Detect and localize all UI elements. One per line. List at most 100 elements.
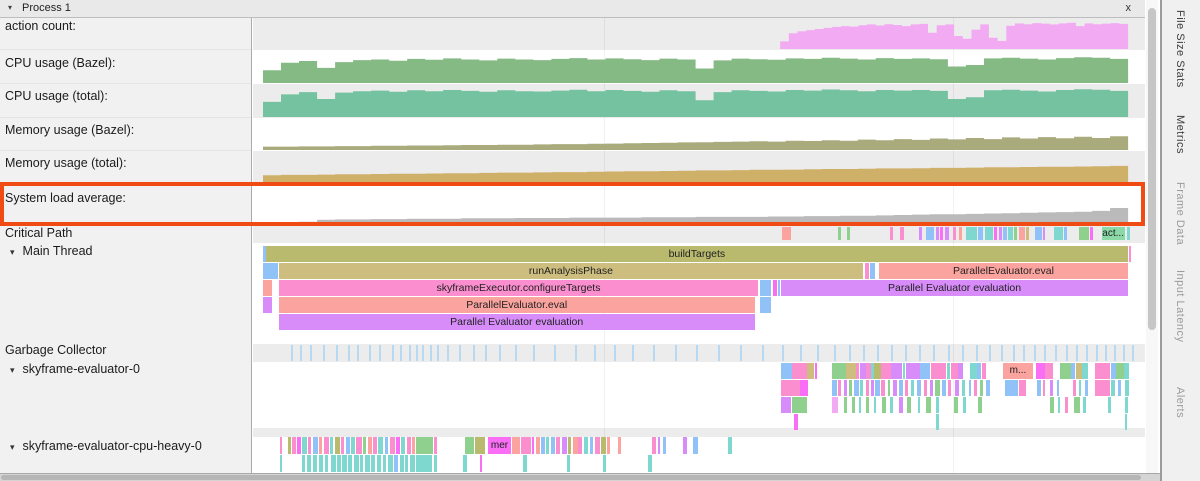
trace-event[interactable]	[693, 437, 698, 454]
gc-event-tick[interactable]	[1055, 345, 1057, 361]
trace-event[interactable]	[371, 455, 375, 472]
gc-event-tick[interactable]	[1001, 345, 1003, 361]
trace-event-badge[interactable]: m...	[1003, 363, 1033, 379]
trace-event[interactable]	[521, 437, 531, 454]
trace-event[interactable]	[980, 380, 983, 396]
gc-event-tick[interactable]	[310, 345, 312, 361]
trace-event[interactable]	[832, 397, 838, 413]
trace-event[interactable]	[919, 227, 922, 240]
trace-event-badge[interactable]: buildTargets	[266, 246, 1128, 262]
gc-event-tick[interactable]	[416, 345, 418, 361]
trace-event[interactable]	[792, 363, 808, 379]
trace-event[interactable]	[584, 437, 588, 454]
trace-event[interactable]	[356, 437, 361, 454]
trace-event[interactable]	[888, 380, 891, 396]
trace-event[interactable]	[324, 437, 329, 454]
gc-event-tick[interactable]	[392, 345, 394, 361]
trace-event-badge[interactable]: skyframeExecutor.configureTargets	[279, 280, 758, 296]
gc-event-tick[interactable]	[430, 345, 432, 361]
gc-event-tick[interactable]	[300, 345, 302, 361]
trace-event-badge[interactable]: ParallelEvaluator.eval	[279, 297, 755, 313]
trace-event[interactable]	[337, 455, 341, 472]
trace-event[interactable]	[849, 380, 852, 396]
trace-event[interactable]	[536, 437, 540, 454]
trace-event[interactable]	[378, 437, 382, 454]
trace-event[interactable]	[1079, 380, 1082, 396]
vertical-scrollbar[interactable]	[1146, 0, 1158, 473]
trace-event[interactable]	[794, 414, 798, 430]
timeline-track-area[interactable]: act...buildTargetsrunAnalysisPhaseParall…	[253, 18, 1145, 473]
trace-event[interactable]	[313, 437, 317, 454]
trace-event[interactable]	[377, 455, 381, 472]
trace-event[interactable]	[924, 380, 928, 396]
trace-event[interactable]	[891, 363, 902, 379]
trace-event[interactable]	[1124, 363, 1129, 379]
trace-event[interactable]	[951, 363, 958, 379]
trace-event[interactable]	[893, 380, 897, 396]
gc-event-tick[interactable]	[905, 345, 907, 361]
trace-event[interactable]	[963, 397, 966, 413]
trace-event[interactable]	[385, 437, 389, 454]
trace-event[interactable]	[658, 437, 661, 454]
trace-event[interactable]	[1035, 227, 1042, 240]
trace-event[interactable]	[931, 363, 946, 379]
trace-event[interactable]	[1071, 363, 1075, 379]
horizontal-scrollbar[interactable]	[0, 473, 1160, 481]
trace-event[interactable]	[1019, 380, 1026, 396]
trace-event[interactable]	[994, 227, 997, 240]
track-row[interactable]	[253, 428, 1145, 437]
trace-event[interactable]	[590, 437, 594, 454]
gc-event-tick[interactable]	[291, 345, 293, 361]
trace-event[interactable]	[930, 380, 933, 396]
gc-event-tick[interactable]	[762, 345, 764, 361]
trace-event[interactable]	[874, 397, 877, 413]
gc-event-tick[interactable]	[653, 345, 655, 361]
trace-event[interactable]	[1050, 380, 1054, 396]
gc-event-tick[interactable]	[473, 345, 475, 361]
trace-event[interactable]	[1095, 380, 1110, 396]
gc-event-tick[interactable]	[1034, 345, 1036, 361]
trace-event[interactable]	[807, 363, 813, 379]
collapse-arrow-icon[interactable]: ▾	[10, 247, 15, 257]
trace-event[interactable]	[383, 455, 387, 472]
trace-event[interactable]	[263, 263, 278, 279]
gc-event-tick[interactable]	[919, 345, 921, 361]
trace-event[interactable]	[313, 455, 317, 472]
track-label-skyframe-evaluator-cpu-heavy-0[interactable]: ▾skyframe-evaluator-cpu-heavy-0	[10, 439, 202, 455]
trace-event[interactable]	[346, 437, 350, 454]
trace-event[interactable]	[280, 455, 283, 472]
trace-event[interactable]	[955, 380, 959, 396]
trace-event[interactable]	[297, 437, 301, 454]
trace-event[interactable]	[871, 380, 874, 396]
trace-event[interactable]	[607, 437, 611, 454]
trace-event[interactable]	[302, 437, 307, 454]
trace-event[interactable]	[512, 437, 520, 454]
trace-event[interactable]	[942, 380, 946, 396]
trace-event[interactable]	[410, 455, 414, 472]
trace-event[interactable]	[781, 380, 800, 396]
trace-event[interactable]	[1118, 380, 1121, 396]
trace-event[interactable]	[573, 437, 577, 454]
trace-event[interactable]	[1064, 227, 1068, 240]
gc-event-tick[interactable]	[718, 345, 720, 361]
trace-event[interactable]	[1083, 397, 1086, 413]
trace-event[interactable]	[866, 397, 870, 413]
trace-event[interactable]	[1045, 363, 1053, 379]
trace-event[interactable]	[982, 363, 986, 379]
trace-event[interactable]	[365, 455, 369, 472]
tab-file-size-stats[interactable]: File Size Stats	[1174, 10, 1186, 88]
trace-event[interactable]	[1090, 227, 1093, 240]
gc-event-tick[interactable]	[948, 345, 950, 361]
trace-event[interactable]	[1057, 380, 1060, 396]
trace-event[interactable]	[648, 455, 652, 472]
trace-event[interactable]	[368, 437, 372, 454]
gc-event-tick[interactable]	[515, 345, 517, 361]
trace-event[interactable]	[263, 297, 272, 313]
gc-event-tick[interactable]	[877, 345, 879, 361]
trace-event[interactable]	[900, 227, 904, 240]
gc-event-tick[interactable]	[1105, 345, 1107, 361]
trace-event[interactable]	[373, 437, 377, 454]
gc-event-tick[interactable]	[447, 345, 449, 361]
gc-event-tick[interactable]	[369, 345, 371, 361]
trace-event[interactable]	[568, 437, 572, 454]
